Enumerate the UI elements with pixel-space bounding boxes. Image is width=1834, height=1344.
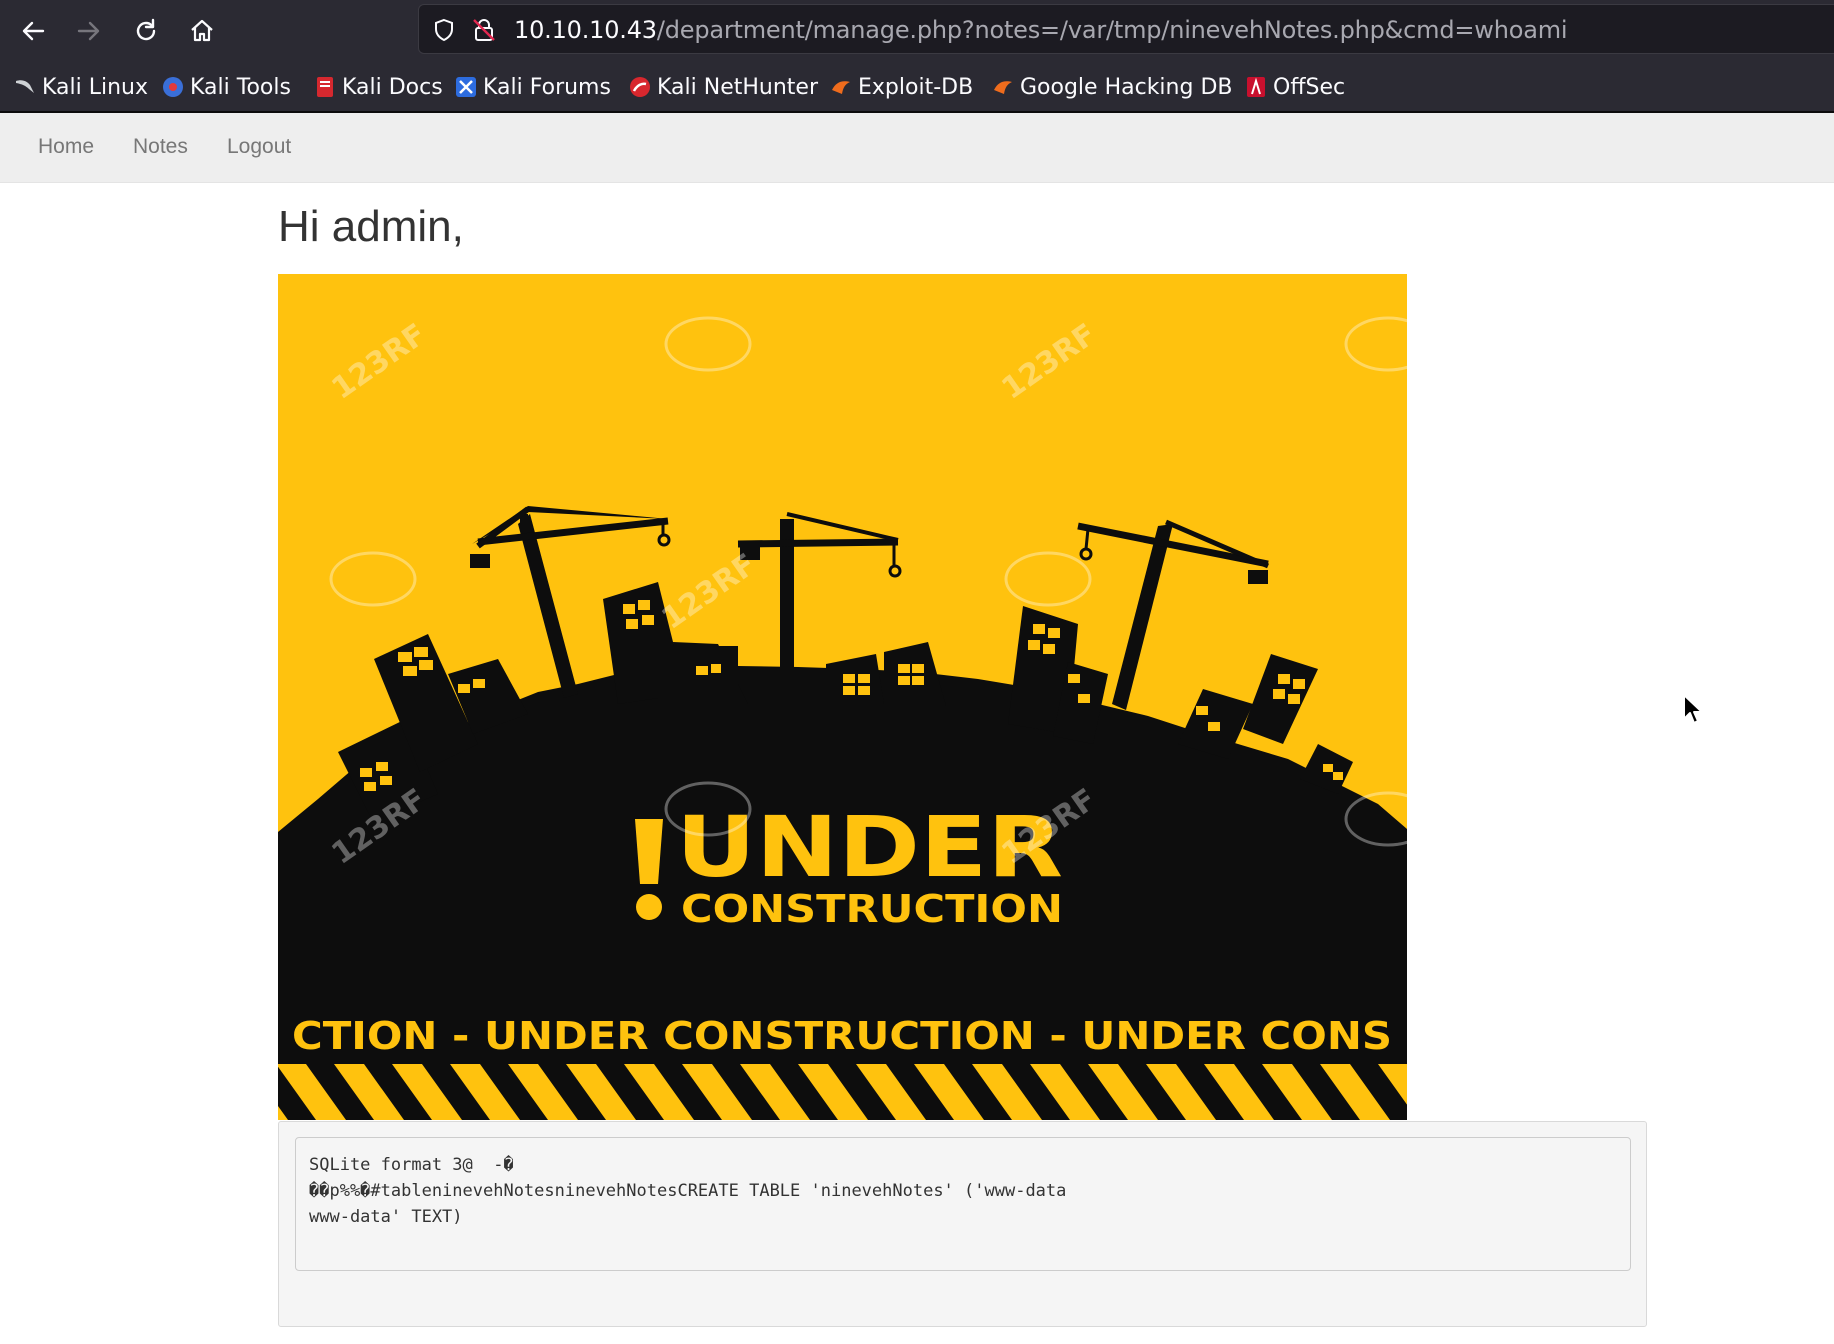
home-button[interactable] [181,10,223,52]
ghdb-icon [992,76,1014,98]
nav-notes-link[interactable]: Notes [133,135,188,159]
bookmark-label: Kali NetHunter [657,74,818,100]
shield-icon [435,18,453,42]
home-icon [191,19,213,42]
reload-button[interactable] [125,10,167,52]
bookmark-label: Kali Tools [190,74,291,100]
command-output: SQLite format 3@ -� ��p%%�#tableninevehN… [295,1137,1631,1271]
kali-docs-icon [314,76,336,98]
url-host: 10.10.10.43 [514,16,657,44]
forward-button[interactable] [68,10,110,52]
reload-icon [136,18,156,41]
kali-forums-icon [455,76,477,98]
bookmark-label: Kali Forums [483,74,611,100]
insecure-lock-icon [473,19,495,41]
notes-output-well: SQLite format 3@ -� ��p%%�#tableninevehN… [278,1121,1647,1327]
bookmark-kali-nethunter[interactable]: Kali NetHunter [629,72,818,102]
url-text[interactable]: 10.10.10.43/department/manage.php?notes=… [514,16,1568,44]
nav-logout-link[interactable]: Logout [227,135,291,159]
banner-subheadline-text: CONSTRUCTION [681,887,1063,931]
bookmark-label: Kali Linux [42,74,149,100]
browser-chrome: 10.10.10.43/department/manage.php?notes=… [0,0,1834,112]
exploit-db-icon [830,76,852,98]
bookmark-kali-docs[interactable]: Kali Docs [314,72,443,102]
bookmark-google-hacking-db[interactable]: Google Hacking DB [992,72,1232,102]
hazard-stripes [278,1064,1407,1120]
banner-headline: UNDER CONSTRUCTION [635,798,1063,931]
offsec-icon [1245,76,1267,98]
back-button[interactable] [12,10,54,52]
bookmark-label: Google Hacking DB [1020,74,1233,100]
kali-tools-icon [162,76,184,98]
greeting-heading: Hi admin, [278,202,464,251]
bookmark-label: OffSec [1273,74,1346,100]
arrow-right-icon [77,21,100,41]
bookmark-kali-linux[interactable]: Kali Linux [14,72,148,102]
bookmarks-toolbar: Kali Linux Kali Tools Kali Docs Kali For… [0,62,1834,112]
nav-home-link[interactable]: Home [38,135,94,159]
mouse-pointer-icon [1683,694,1703,724]
arrow-left-icon [22,21,45,41]
site-navbar: Home Notes Logout [0,113,1834,183]
bookmark-label: Kali Docs [342,74,443,100]
kali-nethunter-icon [629,76,651,98]
bookmark-offsec[interactable]: OffSec [1245,72,1345,102]
url-path: /department/manage.php?notes=/var/tmp/ni… [656,16,1568,44]
bookmark-kali-tools[interactable]: Kali Tools [162,72,291,102]
under-construction-image: UNDER CONSTRUCTION CTION - UNDER CONSTRU… [278,274,1407,1120]
bookmark-label: Exploit-DB [858,74,974,100]
url-bar[interactable]: 10.10.10.43/department/manage.php?notes=… [418,4,1834,54]
bookmark-kali-forums[interactable]: Kali Forums [455,72,611,102]
kali-dragon-icon [14,76,36,98]
bookmark-exploit-db[interactable]: Exploit-DB [830,72,973,102]
banner-ribbon-text: CTION - UNDER CONSTRUCTION - UNDER CONS [292,1014,1392,1058]
